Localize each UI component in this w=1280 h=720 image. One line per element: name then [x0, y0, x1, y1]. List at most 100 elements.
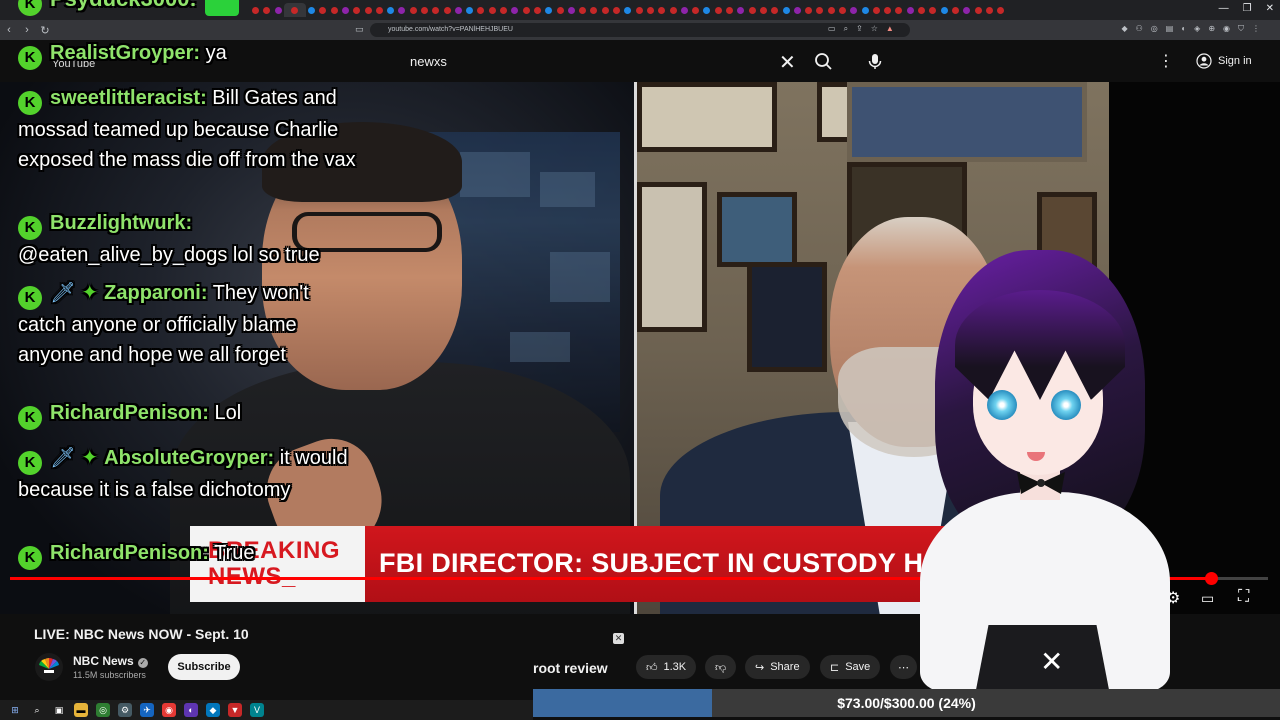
browser-tab[interactable]	[713, 3, 724, 17]
search-icon[interactable]: ⌕	[30, 703, 44, 717]
browser-tab[interactable]	[611, 3, 622, 17]
extension-icon[interactable]: ◐	[1181, 24, 1186, 34]
browser-tab[interactable]	[566, 3, 577, 17]
browser-tab[interactable]	[814, 3, 825, 17]
close-window-icon[interactable]: ✕	[1266, 3, 1274, 14]
like-button[interactable]: 👍︎ 1.3K	[636, 655, 697, 679]
browser-tab[interactable]	[600, 3, 611, 17]
browser-tab[interactable]	[453, 3, 464, 17]
reload-icon[interactable]: ↻	[36, 24, 54, 37]
browser-tab[interactable]	[543, 3, 554, 17]
browser-tab[interactable]	[780, 3, 791, 17]
browser-tab[interactable]	[328, 3, 339, 17]
browser-tab[interactable]	[769, 3, 780, 17]
app-icon[interactable]: V	[250, 703, 264, 717]
bookmark-icon[interactable]: ▭	[355, 24, 364, 35]
browser-tab[interactable]	[487, 3, 498, 17]
theater-mode-icon[interactable]: ▭	[1201, 590, 1214, 607]
browser-tab[interactable]	[374, 3, 385, 17]
browser-tab[interactable]	[498, 3, 509, 17]
menu-icon[interactable]: ⋮	[1252, 24, 1260, 34]
share-page-icon[interactable]: ⇪	[856, 24, 863, 34]
close-overlay-icon[interactable]: ✕	[613, 633, 624, 644]
browser-tab[interactable]	[340, 3, 351, 17]
more-actions-button[interactable]: ⋯	[890, 655, 917, 679]
browser-tab[interactable]	[351, 3, 362, 17]
browser-tab[interactable]	[509, 3, 520, 17]
browser-tab[interactable]	[735, 3, 746, 17]
browser-tab[interactable]	[859, 3, 870, 17]
search-button[interactable]	[810, 48, 838, 76]
browser-tab[interactable]	[283, 3, 306, 17]
browser-tab[interactable]	[724, 3, 735, 17]
browser-tab[interactable]	[261, 3, 272, 17]
extension-icon[interactable]: ◎	[1151, 24, 1158, 34]
extension-icon[interactable]: ◉	[1223, 24, 1230, 34]
back-icon[interactable]: ‹	[0, 24, 18, 36]
share-button[interactable]: ↪ Share	[745, 655, 810, 679]
browser-tab[interactable]	[701, 3, 712, 17]
search-input[interactable]: newxs	[410, 54, 447, 69]
browser-tab[interactable]	[916, 3, 927, 17]
browser-tab[interactable]	[430, 3, 441, 17]
file-explorer-icon[interactable]: ▬	[74, 703, 88, 717]
clear-search-icon[interactable]: ✕	[779, 50, 796, 75]
browser-tab[interactable]	[803, 3, 814, 17]
browser-tab[interactable]	[746, 3, 757, 17]
browser-tab[interactable]	[521, 3, 532, 17]
sign-in-button[interactable]: Sign in	[1186, 48, 1259, 74]
fullscreen-icon[interactable]: ⛶	[1238, 588, 1249, 606]
browser-tab[interactable]	[475, 3, 486, 17]
extension-icon[interactable]: ◆	[1121, 24, 1127, 34]
browser-tab[interactable]	[871, 3, 882, 17]
browser-tab[interactable]	[667, 3, 678, 17]
browser-tab[interactable]	[848, 3, 859, 17]
search-box[interactable]: newxs ✕	[395, 48, 805, 76]
browser-tab[interactable]	[622, 3, 633, 17]
browser-tab[interactable]	[939, 3, 950, 17]
dislike-button[interactable]: 👎︎	[705, 655, 737, 679]
browser-tab[interactable]	[792, 3, 803, 17]
shield-icon[interactable]: ⛉	[1238, 24, 1244, 34]
browser-tab[interactable]	[972, 3, 983, 17]
browser-tab[interactable]	[588, 3, 599, 17]
extension-icon[interactable]: ⊕	[1208, 24, 1215, 34]
browser-tab[interactable]	[984, 3, 995, 17]
voice-search-button[interactable]	[862, 48, 888, 74]
windows-start-icon[interactable]: ⊞	[8, 703, 22, 717]
forward-icon[interactable]: ›	[18, 24, 36, 36]
chrome-icon[interactable]: ◉	[162, 703, 176, 717]
browser-tab[interactable]	[306, 3, 317, 17]
restore-icon[interactable]: ❐	[1243, 3, 1252, 14]
subscribe-button[interactable]: Subscribe	[168, 654, 240, 680]
browser-tab[interactable]	[905, 3, 916, 17]
browser-tab[interactable]	[656, 3, 667, 17]
browser-tab[interactable]	[893, 3, 904, 17]
browser-tab[interactable]	[385, 3, 396, 17]
browser-tab[interactable]	[837, 3, 848, 17]
browser-tab[interactable]	[317, 3, 328, 17]
extension-shield-icon[interactable]: ▲	[886, 24, 894, 34]
browser-tab[interactable]	[396, 3, 407, 17]
browser-tab[interactable]	[408, 3, 419, 17]
extension-icon[interactable]: ◈	[1194, 24, 1200, 34]
task-view-icon[interactable]: ▣	[52, 703, 66, 717]
browser-tab[interactable]	[634, 3, 645, 17]
browser-tab[interactable]	[645, 3, 656, 17]
app-icon[interactable]: ◆	[206, 703, 220, 717]
save-button[interactable]: ⊏ Save	[820, 655, 881, 679]
browser-tab[interactable]	[577, 3, 588, 17]
browser-tab[interactable]	[273, 3, 284, 17]
channel-avatar[interactable]	[35, 653, 63, 681]
app-icon[interactable]: ◐	[184, 703, 198, 717]
browser-tab[interactable]	[826, 3, 837, 17]
app-icon[interactable]: ▼	[228, 703, 242, 717]
browser-tab[interactable]	[690, 3, 701, 17]
browser-tab[interactable]	[362, 3, 373, 17]
browser-tab[interactable]	[950, 3, 961, 17]
browser-tab[interactable]	[554, 3, 565, 17]
browser-tab[interactable]	[464, 3, 475, 17]
star-icon[interactable]: ☆	[871, 24, 878, 34]
app-icon[interactable]: ✈	[140, 703, 154, 717]
browser-tab[interactable]	[882, 3, 893, 17]
